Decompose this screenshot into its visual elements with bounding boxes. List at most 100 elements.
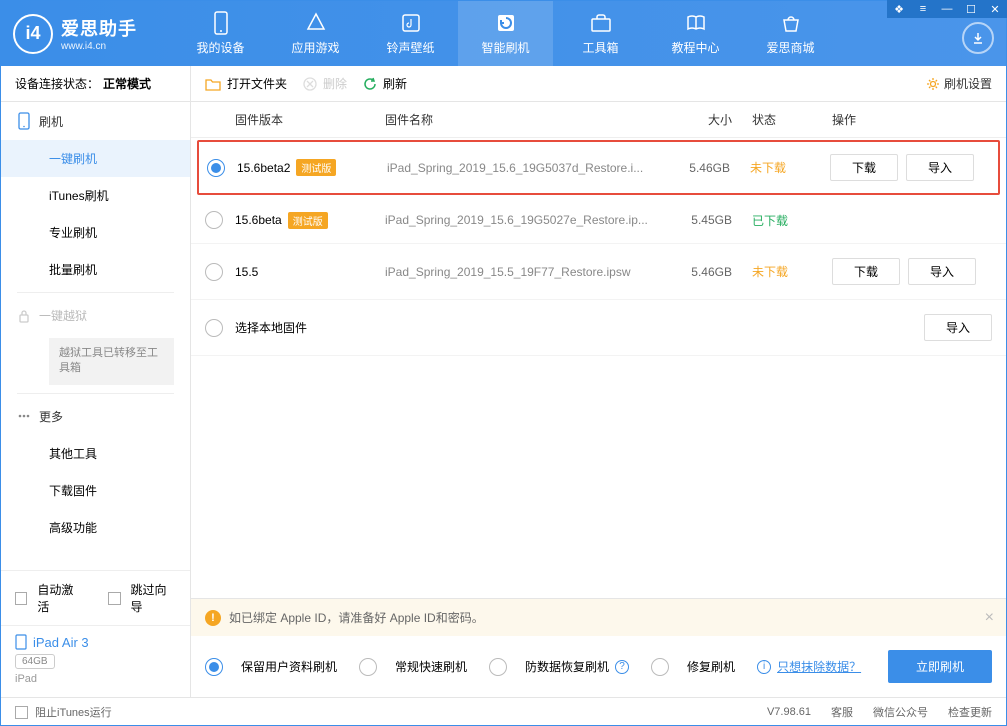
app-title: 爱思助手 [61, 15, 137, 41]
sidebar-item-advanced[interactable]: 高级功能 [1, 509, 190, 546]
help-icon[interactable]: ? [615, 660, 629, 674]
sidebar-group-flash[interactable]: 刷机 [1, 102, 190, 140]
nav-store[interactable]: 爱思商城 [743, 1, 838, 66]
mode-anti-recover[interactable]: 防数据恢复刷机 ? [489, 658, 629, 676]
firmware-version: 15.5 [235, 265, 385, 279]
support-link[interactable]: 客服 [831, 704, 853, 720]
block-itunes-option[interactable]: 阻止iTunes运行 [15, 704, 112, 720]
firmware-radio[interactable] [205, 319, 223, 337]
nav-ringtones[interactable]: 铃声壁纸 [363, 1, 458, 66]
radio-checked-icon[interactable] [205, 658, 223, 676]
delete-icon [303, 77, 317, 91]
import-button[interactable]: 导入 [908, 258, 976, 285]
nav-my-device[interactable]: 我的设备 [173, 1, 268, 66]
firmware-filename: iPad_Spring_2019_15.6_19G5027e_Restore.i… [385, 213, 672, 227]
firmware-radio[interactable] [207, 159, 225, 177]
info-icon: i [757, 660, 771, 674]
sidebar-item-other-tools[interactable]: 其他工具 [1, 435, 190, 472]
firmware-row[interactable]: 15.6beta2测试版iPad_Spring_2019_15.6_19G503… [197, 140, 1000, 195]
refresh-icon [363, 77, 377, 91]
tablet-icon [15, 634, 27, 650]
flash-settings-button[interactable]: 刷机设置 [926, 75, 992, 92]
firmware-row[interactable]: 15.6beta测试版iPad_Spring_2019_15.6_19G5027… [191, 197, 1006, 244]
divider [17, 292, 174, 293]
version-label: V7.98.61 [767, 706, 811, 718]
col-ops: 操作 [832, 111, 992, 128]
lock-icon [17, 308, 31, 324]
mode-keep-data[interactable]: 保留用户资料刷机 [205, 658, 337, 676]
firmware-ops: 下载导入 [830, 154, 990, 181]
minimize-icon[interactable]: — [935, 0, 959, 18]
firmware-radio[interactable] [205, 211, 223, 229]
flash-now-button[interactable]: 立即刷机 [888, 650, 992, 683]
block-itunes-checkbox[interactable] [15, 706, 28, 719]
close-icon[interactable]: ✕ [983, 0, 1007, 18]
warning-icon: ! [205, 610, 221, 626]
firmware-filename: iPad_Spring_2019_15.5_19F77_Restore.ipsw [385, 265, 672, 279]
import-button[interactable]: 导入 [924, 314, 992, 341]
mode-repair[interactable]: 修复刷机 [651, 658, 735, 676]
maximize-icon[interactable]: ☐ [959, 0, 983, 18]
firmware-version: 15.6beta测试版 [235, 212, 385, 229]
sidebar-group-jailbreak: 一键越狱 [1, 297, 190, 334]
toolbox-icon [589, 11, 613, 35]
auto-activate-checkbox[interactable] [15, 592, 27, 605]
app-url: www.i4.cn [61, 41, 137, 52]
col-status: 状态 [752, 111, 832, 128]
flash-mode-row: 保留用户资料刷机 常规快速刷机 防数据恢复刷机 ? 修复刷机 i 只想 [191, 636, 1006, 697]
warning-bar: ! 如已绑定 Apple ID，请准备好 Apple ID和密码。 × [191, 599, 1006, 636]
logo-icon: i4 [13, 14, 53, 54]
sidebar-group-more[interactable]: 更多 [1, 398, 190, 435]
folder-icon [205, 77, 221, 91]
open-folder-button[interactable]: 打开文件夹 [205, 75, 287, 92]
music-icon [399, 11, 423, 35]
firmware-row[interactable]: 选择本地固件 导入 [191, 300, 1006, 356]
list-icon[interactable]: ≡ [911, 0, 935, 18]
more-icon [17, 409, 31, 423]
radio-icon[interactable] [489, 658, 507, 676]
erase-data-link[interactable]: i 只想抹除数据？ [757, 658, 861, 675]
firmware-size: 5.45GB [672, 213, 752, 227]
delete-button: 删除 [303, 75, 347, 92]
sidebar-item-batch-flash[interactable]: 批量刷机 [1, 251, 190, 288]
logo: i4 爱思助手 www.i4.cn [13, 14, 173, 54]
sidebar-item-itunes-flash[interactable]: iTunes刷机 [1, 177, 190, 214]
radio-icon[interactable] [359, 658, 377, 676]
menu-icon[interactable]: ❖ [887, 0, 911, 18]
device-type: iPad [15, 673, 176, 685]
firmware-version: 15.6beta2测试版 [237, 159, 387, 176]
wechat-link[interactable]: 微信公众号 [873, 704, 928, 720]
beta-badge: 测试版 [288, 212, 328, 229]
firmware-version: 选择本地固件 [235, 319, 385, 336]
col-version: 固件版本 [235, 111, 385, 128]
firmware-size: 5.46GB [670, 161, 750, 175]
refresh-button[interactable]: 刷新 [363, 75, 407, 92]
col-name: 固件名称 [385, 111, 672, 128]
radio-icon[interactable] [651, 658, 669, 676]
firmware-radio[interactable] [205, 263, 223, 281]
download-button[interactable]: 下载 [832, 258, 900, 285]
main-nav: 我的设备 应用游戏 铃声壁纸 智能刷机 工具箱 教程中心 爱思商城 [173, 1, 952, 66]
device-name[interactable]: iPad Air 3 [15, 634, 176, 650]
skip-guide-checkbox[interactable] [108, 592, 120, 605]
import-button[interactable]: 导入 [906, 154, 974, 181]
divider [17, 393, 174, 394]
close-warning-button[interactable]: × [985, 609, 994, 627]
sidebar-item-oneclick-flash[interactable]: 一键刷机 [1, 140, 190, 177]
download-indicator-icon[interactable] [962, 22, 994, 54]
titlebar: i4 爱思助手 www.i4.cn 我的设备 应用游戏 铃声壁纸 智能刷机 工具… [1, 1, 1006, 66]
main-area: 打开文件夹 删除 刷新 刷机设置 固件版本 固件名称 大小 状态 操作 15.6… [191, 66, 1006, 697]
nav-tutorials[interactable]: 教程中心 [648, 1, 743, 66]
download-button[interactable]: 下载 [830, 154, 898, 181]
nav-flash[interactable]: 智能刷机 [458, 1, 553, 66]
firmware-row[interactable]: 15.5iPad_Spring_2019_15.5_19F77_Restore.… [191, 244, 1006, 300]
mode-normal[interactable]: 常规快速刷机 [359, 658, 467, 676]
firmware-status: 已下载 [752, 212, 832, 229]
nav-apps[interactable]: 应用游戏 [268, 1, 363, 66]
apps-icon [304, 11, 328, 35]
auto-activate-row: 自动激活 跳过向导 [1, 571, 190, 625]
nav-toolbox[interactable]: 工具箱 [553, 1, 648, 66]
check-update-link[interactable]: 检查更新 [948, 704, 992, 720]
sidebar-item-pro-flash[interactable]: 专业刷机 [1, 214, 190, 251]
sidebar-item-download-fw[interactable]: 下载固件 [1, 472, 190, 509]
